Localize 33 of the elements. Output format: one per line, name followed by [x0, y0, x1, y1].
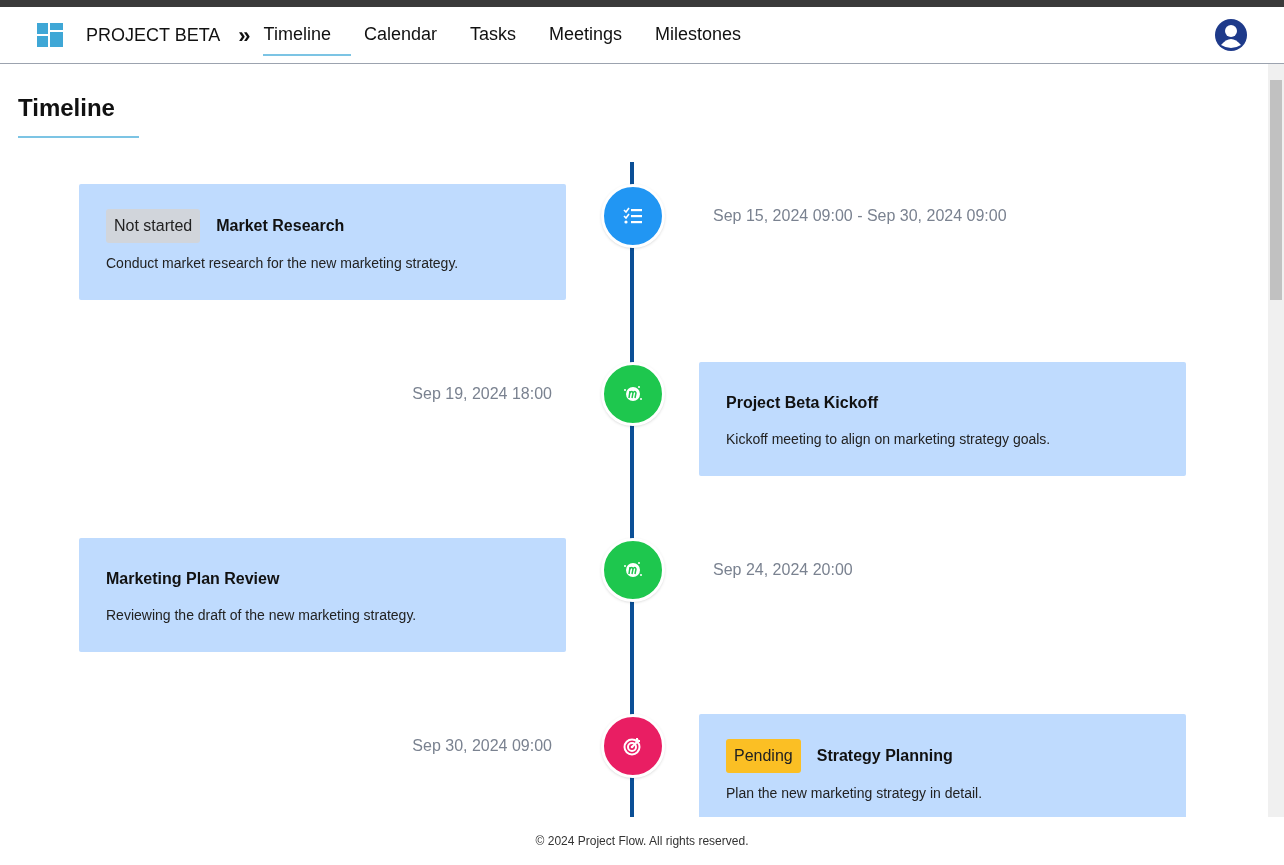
scrollbar[interactable] [1268, 64, 1284, 817]
breadcrumb-separator: » [238, 21, 251, 50]
event-title: Marketing Plan Review [106, 569, 280, 589]
meeting-badge-icon [621, 384, 644, 404]
event-date: Sep 24, 2024 20:00 [712, 560, 853, 580]
event-description: Kickoff meeting to align on marketing strategy goals. [726, 430, 1052, 449]
event-date: Sep 19, 2024 18:00 [412, 384, 553, 404]
event-title: Project Beta Kickoff [726, 393, 879, 413]
nav-tab[interactable]: Timeline [262, 14, 351, 56]
event-description: Plan the new marketing strategy in detail. [726, 784, 984, 803]
page-title: Timeline [18, 90, 139, 138]
nav-tab[interactable]: Tasks [469, 14, 537, 56]
event-date: Sep 15, 2024 09:00 - Sep 30, 2024 09:00 [712, 206, 1007, 226]
event-title: Market Research [216, 216, 345, 236]
nav-tab[interactable]: Milestones [654, 14, 762, 56]
event-title: Strategy Planning [816, 746, 953, 766]
event-card[interactable]: Project Beta Kickoff Kickoff meeting to align on marketing strategy goals. [699, 362, 1186, 476]
event-card[interactable]: Not started Market Research Conduct market research for the new marketing strategy. [79, 184, 566, 300]
meeting-badge-icon [621, 560, 644, 580]
status-badge: Pending [726, 739, 801, 773]
nav-tab[interactable]: Calendar [362, 14, 457, 56]
project-name: PROJECT BETA [86, 23, 221, 47]
event-description: Conduct market research for the new marketing strategy. [106, 254, 460, 273]
footer-copyright: © 2024 Project Flow. All rights reserved. [535, 833, 749, 850]
checklist-icon [621, 206, 644, 226]
nav-tab[interactable]: Meetings [548, 14, 643, 56]
user-avatar-icon[interactable] [1215, 19, 1247, 51]
dashboard-logo-icon[interactable] [37, 23, 63, 47]
event-description: Reviewing the draft of the new marketing strategy. [106, 606, 418, 625]
status-badge: Not started [106, 209, 201, 243]
event-card[interactable]: Pending Strategy Planning Plan the new marketing strategy in detail. [699, 714, 1186, 817]
event-card[interactable]: Marketing Plan Review Reviewing the draft of the new marketing strategy. [79, 538, 566, 652]
event-date: Sep 30, 2024 09:00 [412, 736, 553, 756]
